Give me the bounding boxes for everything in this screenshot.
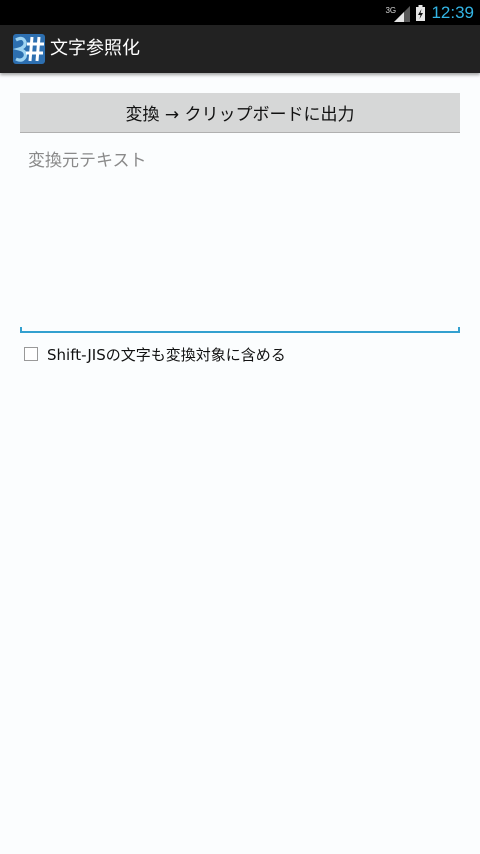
text-field-underline-left-tick (20, 327, 22, 333)
app-title: 文字参照化 (50, 38, 140, 59)
status-bar: 3G 12:39 (0, 0, 480, 25)
network-type-label: 3G (385, 5, 397, 15)
text-field-underline-right-tick (458, 327, 460, 333)
clock: 12:39 (431, 3, 474, 22)
source-text-field[interactable] (20, 140, 460, 333)
convert-to-clipboard-button[interactable]: 変換 → クリップボードに出力 (20, 93, 460, 133)
include-sjis-checkbox[interactable] (24, 347, 38, 361)
convert-button-label: 変換 → クリップボードに出力 (125, 105, 355, 125)
app-logo-icon[interactable] (12, 34, 45, 64)
text-field-underline (20, 331, 460, 333)
source-text-input[interactable] (20, 140, 460, 333)
signal-icon: 3G (385, 4, 411, 22)
include-sjis-label[interactable]: Shift-JISの文字も変換対象に含める (47, 344, 286, 365)
battery-charging-icon (416, 4, 426, 21)
action-bar: 文字参照化 (0, 25, 480, 73)
status-icons: 3G 12:39 (385, 0, 474, 25)
include-sjis-checkbox-row[interactable]: Shift-JISの文字も変換対象に含める (24, 343, 286, 365)
